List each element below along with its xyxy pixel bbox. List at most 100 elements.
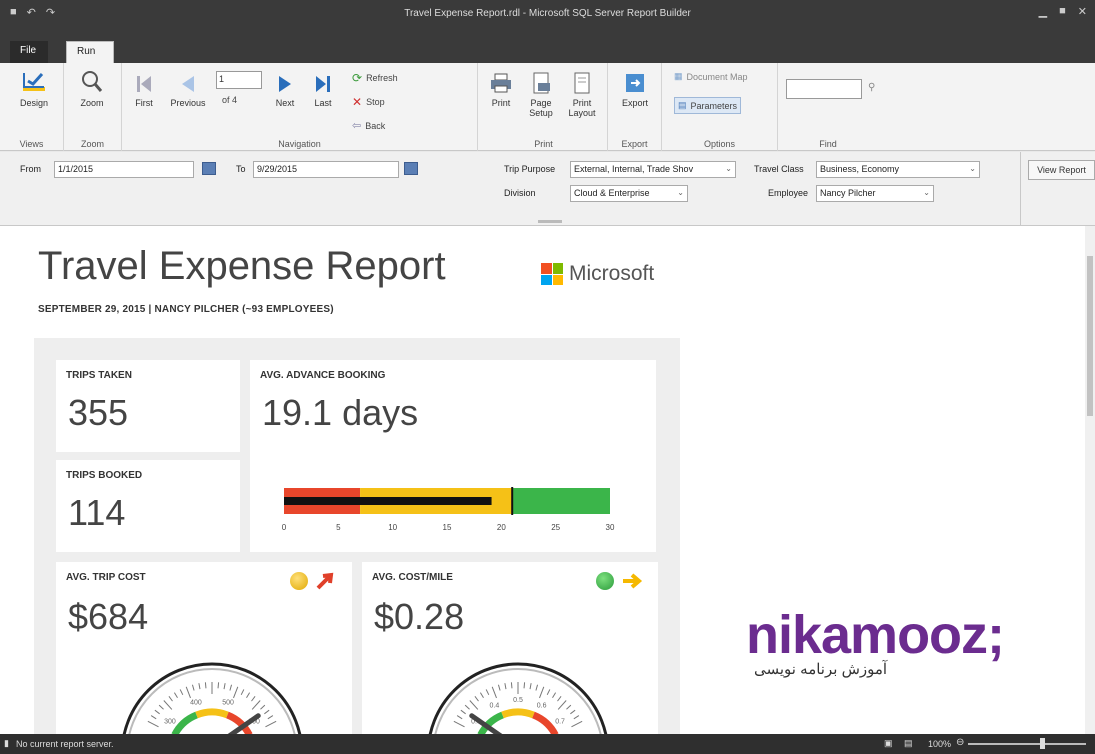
- gauge-tick: [535, 684, 539, 691]
- options-group: ▦ Document Map ▤ Parameters Options: [662, 63, 778, 151]
- print-group: Print Page Setup Print Layout Print: [480, 63, 608, 151]
- design-button[interactable]: Design: [16, 69, 52, 108]
- trips-booked-value: 114: [68, 492, 126, 533]
- minimize-icon[interactable]: ▁: [1039, 5, 1047, 18]
- gauge-tick: [469, 700, 479, 710]
- tab-run[interactable]: Run: [66, 41, 114, 63]
- back-icon: ⇦: [352, 120, 362, 132]
- trips-taken-card: TRIPS TAKEN 355: [56, 360, 240, 452]
- avg-cost-mile-value: $0.28: [374, 596, 465, 637]
- page-setup-label: Page Setup: [529, 98, 553, 118]
- view-report-button[interactable]: View Report: [1028, 160, 1095, 180]
- navigation-group: First Previous 1 of 4 Next Last ⟳ Refres…: [122, 63, 478, 151]
- gauge-tick-label: 0.6: [537, 703, 547, 710]
- next-button[interactable]: Next: [270, 73, 300, 108]
- bullet-tick-label: 30: [606, 523, 615, 532]
- last-button[interactable]: Last: [308, 73, 338, 108]
- avg-trip-cost-card: AVG. TRIP COST $684 300 400 500 600: [56, 562, 352, 734]
- gauge-tick: [552, 692, 557, 698]
- to-label: To: [236, 164, 246, 174]
- trip-purpose-select[interactable]: External, Internal, Trade Shov ⌄: [570, 161, 736, 178]
- document-map-button[interactable]: ▦ Document Map: [674, 71, 748, 82]
- zoom-slider[interactable]: [968, 743, 1086, 745]
- status-bar: ▮ No current report server. ▣ ▤ 100% ⊖: [0, 734, 1095, 754]
- first-page-icon: [137, 76, 151, 92]
- gauge-tick: [557, 700, 567, 710]
- export-button[interactable]: Export: [618, 71, 652, 108]
- employee-select[interactable]: Nancy Pilcher ⌄: [816, 185, 934, 202]
- page-setup-button[interactable]: Page Setup: [524, 71, 558, 118]
- cost-mile-gauge: 0.30.40.50.60.7: [428, 662, 608, 734]
- report-title: Travel Expense Report: [38, 244, 446, 288]
- zoom-out-icon[interactable]: ⊖: [956, 737, 964, 748]
- parameters-button[interactable]: ▤ Parameters: [674, 97, 742, 114]
- parameters-pane: From 1/1/2015 To 9/29/2015 Trip Purpose …: [0, 152, 1095, 226]
- bullet-tick-label: 15: [443, 523, 452, 532]
- division-label: Division: [504, 188, 536, 198]
- avg-cost-mile-label: AVG. COST/MILE: [372, 572, 453, 583]
- zoom-button[interactable]: Zoom: [74, 69, 110, 108]
- gauge-tick: [198, 683, 201, 690]
- gauge-tick: [240, 689, 245, 696]
- zoom-slider-thumb[interactable]: [1040, 738, 1045, 749]
- microsoft-logo-icon: [541, 263, 563, 285]
- stop-icon: ✕: [352, 95, 363, 109]
- gauge-tick: [566, 704, 572, 710]
- gauge-tick: [251, 696, 256, 702]
- refresh-button[interactable]: ⟳ Refresh: [352, 71, 398, 85]
- division-select[interactable]: Cloud & Enterprise ⌄: [570, 185, 688, 202]
- bullet-tick-label: 20: [497, 523, 506, 532]
- bullet-tick-label: 5: [336, 523, 341, 532]
- gauge-tick: [504, 683, 507, 690]
- print-layout-button[interactable]: Print Layout: [564, 71, 600, 118]
- previous-button[interactable]: Previous: [166, 73, 210, 108]
- travel-class-select[interactable]: Business, Economy ⌄: [816, 161, 980, 178]
- gauge-tick: [223, 683, 226, 690]
- avg-cost-mile-card: AVG. COST/MILE $0.28 0.3 0.4 0.5 0.6 0.7: [362, 562, 658, 734]
- document-map-label: Document Map: [686, 71, 748, 82]
- fit-page-icon[interactable]: ▣: [884, 738, 893, 749]
- find-group: ⚲ Find: [778, 63, 878, 151]
- bullet-graph: 0 5 10 15 20 25 30: [282, 487, 615, 532]
- print-label: Print: [491, 98, 511, 108]
- gauge-tick: [233, 686, 239, 699]
- print-button[interactable]: Print: [486, 71, 516, 108]
- stop-button[interactable]: ✕ Stop: [352, 95, 385, 109]
- gauge-range-green: [171, 711, 198, 734]
- calendar-icon[interactable]: [202, 162, 216, 175]
- maximize-icon[interactable]: ■: [1059, 5, 1066, 18]
- gauge-tick-label: 500: [222, 700, 234, 707]
- first-label: First: [135, 98, 153, 108]
- chevron-down-icon: ⌄: [725, 164, 732, 173]
- print-layout-icon: [574, 72, 590, 94]
- parameters-label: Parameters: [690, 100, 738, 111]
- first-button[interactable]: First: [128, 73, 160, 108]
- fit-width-icon[interactable]: ▤: [904, 738, 913, 749]
- navigation-group-label: Navigation: [278, 139, 321, 149]
- report-canvas: Travel Expense Report SEPTEMBER 29, 2015…: [0, 226, 1085, 734]
- zoom-level: 100%: [928, 739, 952, 749]
- close-icon[interactable]: ✕: [1078, 5, 1087, 18]
- binoculars-icon[interactable]: ⚲: [868, 82, 875, 93]
- gauge-bezel: [122, 662, 302, 734]
- page-number-input[interactable]: 1: [216, 71, 262, 89]
- tab-file[interactable]: File: [10, 41, 48, 63]
- gauge-tick-label: 300: [164, 718, 176, 725]
- microsoft-logo: Microsoft: [541, 262, 654, 286]
- bullet-tick-label: 10: [388, 523, 397, 532]
- from-date-input[interactable]: 1/1/2015: [54, 161, 194, 178]
- document-map-icon: ▦: [674, 71, 683, 81]
- find-input[interactable]: [786, 79, 862, 99]
- vertical-scrollbar[interactable]: [1085, 226, 1095, 734]
- zoom-group: Zoom Zoom: [64, 63, 122, 151]
- trip-purpose-label: Trip Purpose: [504, 164, 556, 174]
- gauge-tick: [464, 704, 470, 710]
- gauge-tick: [474, 696, 479, 702]
- calendar-icon[interactable]: [404, 162, 418, 175]
- splitter-handle[interactable]: [538, 220, 562, 223]
- gauge-tick: [570, 709, 576, 715]
- to-date-input[interactable]: 9/29/2015: [253, 161, 399, 178]
- back-button[interactable]: ⇦ Back: [352, 119, 385, 132]
- gauge-range-yellow: [195, 708, 229, 719]
- scrollbar-thumb[interactable]: [1087, 256, 1093, 416]
